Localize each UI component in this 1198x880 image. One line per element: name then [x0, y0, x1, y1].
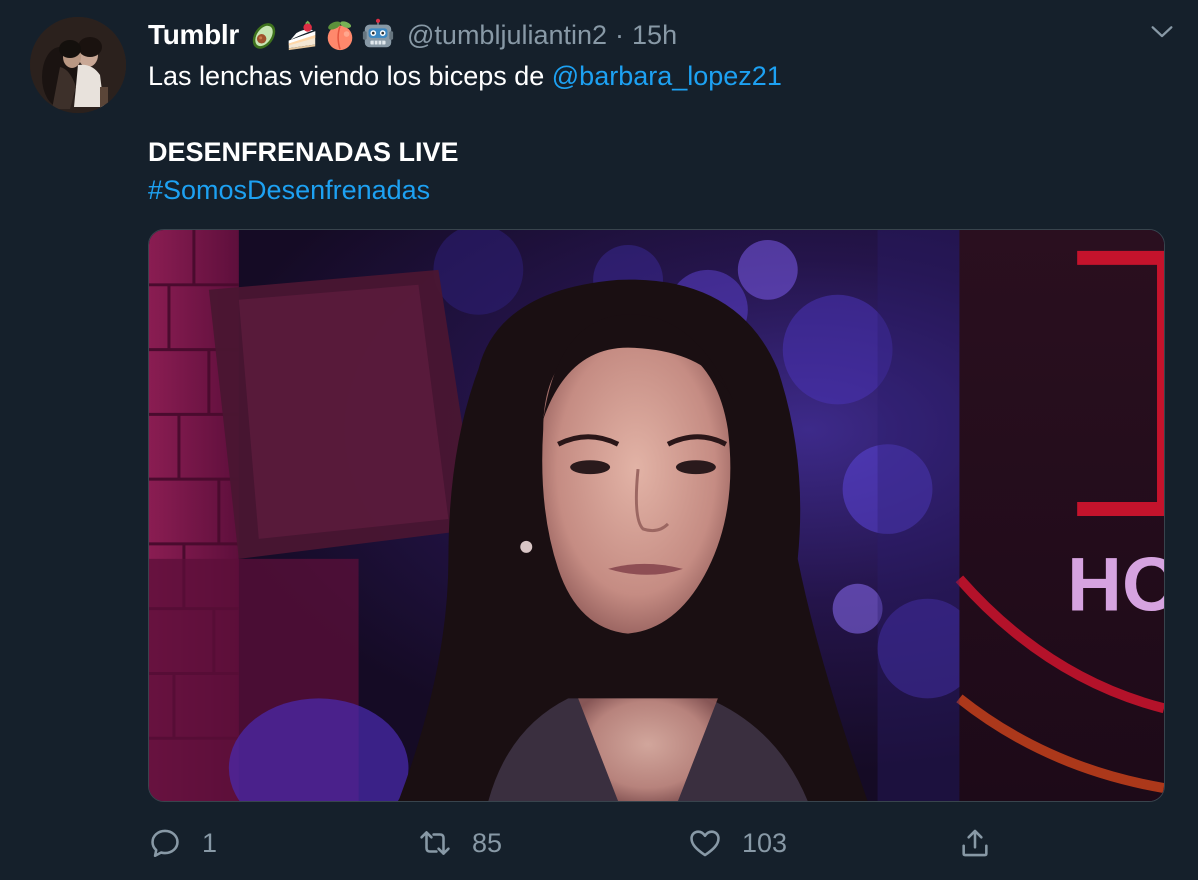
media-overlay-text: HO: [1067, 543, 1164, 628]
tweet-text: Las lenchas viendo los biceps de: [148, 61, 552, 91]
robot-emoji: [362, 18, 394, 48]
share-icon: [962, 829, 988, 857]
reply-count: 1: [202, 827, 218, 858]
avocado-emoji: [252, 23, 276, 49]
hashtag-link[interactable]: #SomosDesenfrenadas: [148, 175, 430, 205]
retweet-count: 85: [472, 827, 503, 858]
media-photo: HO: [149, 230, 1164, 801]
avatar-photo: [30, 17, 126, 113]
peach-emoji: [327, 21, 353, 51]
shortcake-emoji: [288, 20, 316, 51]
user-handle[interactable]: @tumbljuliantin2: [407, 20, 607, 51]
mention-link[interactable]: @barbara_lopez21: [552, 61, 782, 91]
like-count: 103: [742, 827, 788, 858]
hashtag-line: #SomosDesenfrenadas: [148, 175, 430, 206]
reply-icon: [151, 829, 179, 858]
tweet-actions: 1 85 103: [148, 818, 1165, 868]
avatar[interactable]: [30, 17, 126, 113]
heart-icon: [690, 830, 720, 857]
tweet[interactable]: Tumblr @tumbljuliantin2 · 15h Las lencha…: [0, 0, 1198, 880]
display-name[interactable]: Tumblr: [148, 19, 239, 51]
retweet-icon: [420, 831, 450, 855]
name-emojis: [247, 18, 395, 52]
reply-button[interactable]: 1: [148, 818, 217, 868]
tweet-text-line: Las lenchas viendo los biceps de @barbar…: [148, 61, 782, 92]
retweet-button[interactable]: 85: [418, 818, 502, 868]
tweet-header: Tumblr @tumbljuliantin2 · 15h: [148, 16, 677, 54]
like-button[interactable]: 103: [688, 818, 787, 868]
timestamp[interactable]: 15h: [632, 20, 677, 51]
tweet-text-bold: DESENFRENADAS LIVE: [148, 137, 459, 167]
chevron-down-icon[interactable]: [1148, 18, 1176, 46]
separator-dot: ·: [615, 19, 625, 50]
share-button[interactable]: [958, 818, 992, 868]
media-image[interactable]: HO: [148, 229, 1165, 802]
